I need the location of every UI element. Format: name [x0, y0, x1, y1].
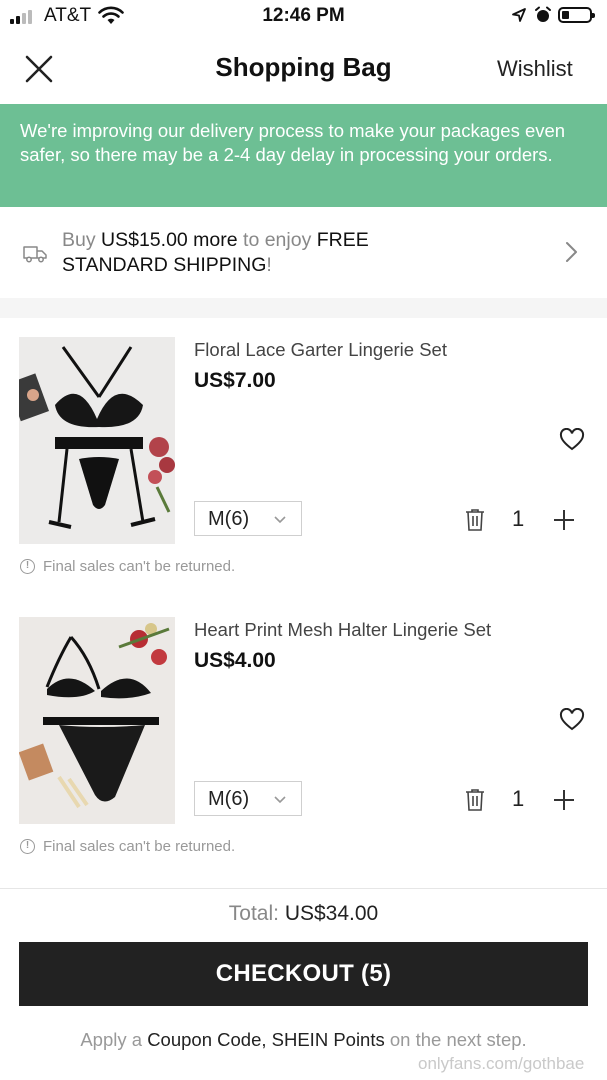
trash-icon[interactable]: [464, 788, 486, 812]
heart-icon[interactable]: [559, 428, 585, 452]
product-price: US$7.00: [194, 369, 276, 392]
product-name[interactable]: Floral Lace Garter Lingerie Set: [194, 339, 447, 361]
watermark: onlyfans.com/gothbae: [418, 1054, 585, 1073]
status-bar: AT&T 12:46 PM: [0, 0, 607, 34]
section-divider: [0, 298, 607, 318]
hint-text: Apply a: [80, 1029, 143, 1050]
battery-icon: [558, 7, 595, 23]
product-image[interactable]: [19, 337, 175, 544]
shipping-text-part: Buy: [62, 229, 96, 251]
product-name[interactable]: Heart Print Mesh Halter Lingerie Set: [194, 619, 491, 641]
quantity-value: 1: [512, 786, 525, 811]
quantity-value: 1: [512, 506, 525, 531]
wishlist-link[interactable]: Wishlist: [497, 56, 573, 82]
shipping-amount: US$15.00 more: [101, 229, 238, 251]
hint-text: on the next step.: [389, 1029, 527, 1050]
hint-coupon: Coupon Code, SHEIN Points: [147, 1029, 385, 1050]
location-arrow-icon: [512, 8, 526, 22]
delivery-banner-text: We're improving our delivery process to …: [20, 120, 566, 165]
final-sale-note: ! Final sales can't be returned.: [20, 558, 235, 575]
info-icon: !: [20, 559, 35, 574]
size-select[interactable]: M(6): [194, 501, 302, 536]
order-total: Total: US$34.00: [0, 902, 607, 926]
alarm-icon: [535, 6, 551, 22]
size-select[interactable]: M(6): [194, 781, 302, 816]
chevron-down-icon: [274, 796, 286, 804]
shipping-standard: STANDARD SHIPPING: [62, 254, 267, 276]
coupon-hint: Apply a Coupon Code, SHEIN Points on the…: [0, 1029, 607, 1051]
shipping-text-part: to enjoy: [243, 229, 312, 251]
total-label: Total:: [228, 902, 279, 925]
shipping-text-part: !: [266, 254, 272, 276]
heart-icon[interactable]: [559, 708, 585, 732]
product-price: US$4.00: [194, 649, 276, 672]
checkout-button[interactable]: CHECKOUT (5): [19, 942, 588, 1006]
final-sale-note: ! Final sales can't be returned.: [20, 838, 235, 855]
size-value: M(6): [208, 788, 250, 810]
plus-icon[interactable]: [552, 788, 576, 812]
plus-icon[interactable]: [552, 508, 576, 532]
free-shipping-text: Buy US$15.00 more to enjoy FREE STANDARD…: [62, 228, 542, 278]
footer-divider: [0, 888, 607, 889]
product-image[interactable]: [19, 617, 175, 824]
shipping-free: FREE: [316, 229, 369, 251]
chevron-down-icon: [274, 516, 286, 524]
chevron-right-icon: [566, 242, 577, 262]
trash-icon[interactable]: [464, 508, 486, 532]
size-value: M(6): [208, 508, 250, 530]
final-sale-text: Final sales can't be returned.: [43, 558, 236, 575]
total-amount: US$34.00: [284, 902, 379, 925]
final-sale-text: Final sales can't be returned.: [43, 838, 236, 855]
info-icon: !: [20, 839, 35, 854]
truck-icon: [23, 246, 47, 263]
